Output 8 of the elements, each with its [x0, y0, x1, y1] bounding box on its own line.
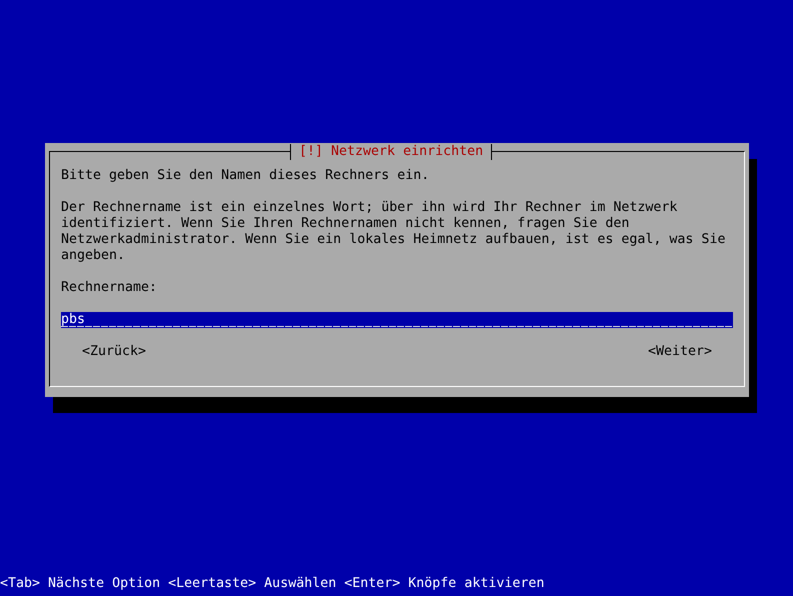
- dialog-title: [!] Netzwerk einrichten: [290, 144, 492, 160]
- prompt-text: Bitte geben Sie den Namen dieses Rechners ein.: [61, 168, 430, 184]
- description-text: Der Rechnername ist ein einzelnes Wort; über ihn wird Ihr Rechner im Netzwerk identifiziert. Wenn Sie Ihren Rechnernamen nicht kennen, fragen Sie den Netzwerkadministrator. Wenn Sie ein lokales Heimnetz aufbauen, ist es egal, was Sie angeben.: [61, 200, 726, 264]
- status-bar-text: <Tab> Nächste Option <Leertaste> Auswählen <Enter> Knöpfe aktivieren: [0, 576, 544, 592]
- field-label: Rechnername:: [61, 280, 158, 296]
- dialog-button[interactable]: <Weiter>: [648, 344, 712, 360]
- hostname-field[interactable]: pbs: [61, 312, 733, 328]
- dialog-button[interactable]: <Zurück>: [82, 344, 146, 360]
